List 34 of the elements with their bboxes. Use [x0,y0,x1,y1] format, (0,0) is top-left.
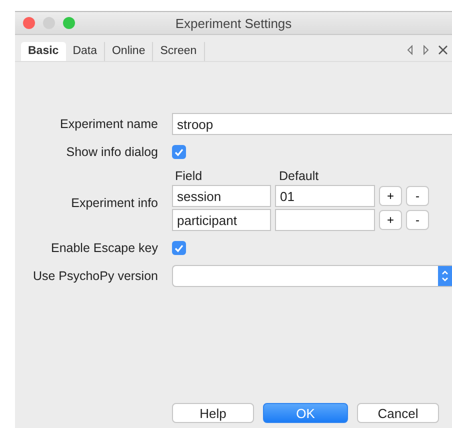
left-arrow-icon[interactable] [406,45,414,55]
checkmark-icon [174,148,184,156]
field-input[interactable]: participant [172,209,271,231]
version-dropdown[interactable] [172,265,452,287]
checkbox[interactable] [172,241,186,255]
field-label: Enable Escape key [50,241,158,255]
tab[interactable]: Basic [21,42,66,61]
default-input[interactable]: 01 [275,185,375,207]
remove-button[interactable]: - [406,186,429,206]
field-label: Use PsychoPy version [32,269,158,283]
remove-button[interactable]: - [406,210,429,230]
field-input[interactable]: session [172,185,271,207]
checkmark-icon [174,244,184,252]
dialog-button[interactable]: Cancel [357,403,439,423]
field-label: Show info dialog [65,145,158,159]
experiment-name-field[interactable]: stroop [172,113,452,135]
close-icon[interactable] [438,45,448,55]
right-arrow-icon[interactable] [422,45,430,55]
tab[interactable]: Online [104,42,154,61]
tab[interactable]: Screen [153,42,205,61]
zoom-button[interactable] [63,17,75,29]
stepper-icon [441,269,449,283]
column-header: Field [175,169,204,183]
field-label: Experiment info [70,196,158,210]
window-title: Experiment Settings [175,16,292,30]
add-button[interactable]: + [379,210,402,230]
checkbox[interactable] [172,145,186,159]
default-input[interactable] [275,209,375,231]
tab[interactable]: Data [66,42,105,61]
column-header: Default [279,169,320,183]
dialog-button[interactable]: Help [172,403,254,423]
field-label: Experiment name [59,117,158,131]
add-button[interactable]: + [379,186,402,206]
close-button[interactable] [23,17,35,29]
